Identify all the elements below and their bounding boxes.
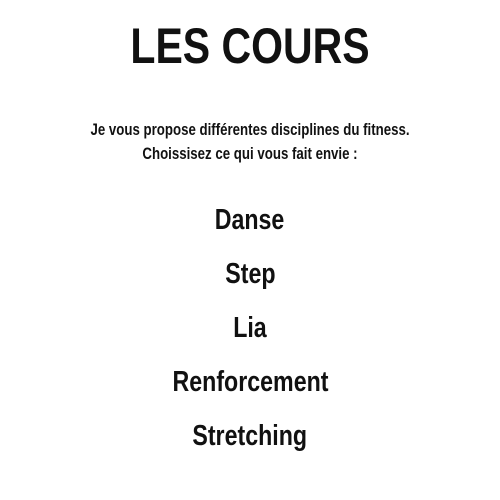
course-item-stretching[interactable]: Stretching — [0, 409, 500, 463]
course-label: Renforcement — [172, 366, 328, 398]
page-title: LES COURS — [130, 18, 370, 74]
course-label: Step — [224, 258, 276, 290]
intro-text: Je vous propose différentes disciplines … — [0, 118, 500, 166]
course-item-renforcement[interactable]: Renforcement — [0, 355, 500, 409]
course-item-danse[interactable]: Danse — [0, 193, 500, 247]
course-item-lia[interactable]: Lia — [0, 301, 500, 355]
course-label: Lia — [233, 312, 267, 344]
intro-line-2: Choissisez ce qui vous fait envie : — [142, 144, 358, 163]
course-label: Stretching — [192, 420, 308, 452]
course-label: Danse — [215, 204, 285, 236]
courses-page: LES COURS Je vous propose différentes di… — [0, 0, 500, 500]
intro-line-1: Je vous propose différentes disciplines … — [90, 120, 410, 139]
course-list: Danse Step Lia Renforcement Stretching — [0, 193, 500, 463]
course-item-step[interactable]: Step — [0, 247, 500, 301]
